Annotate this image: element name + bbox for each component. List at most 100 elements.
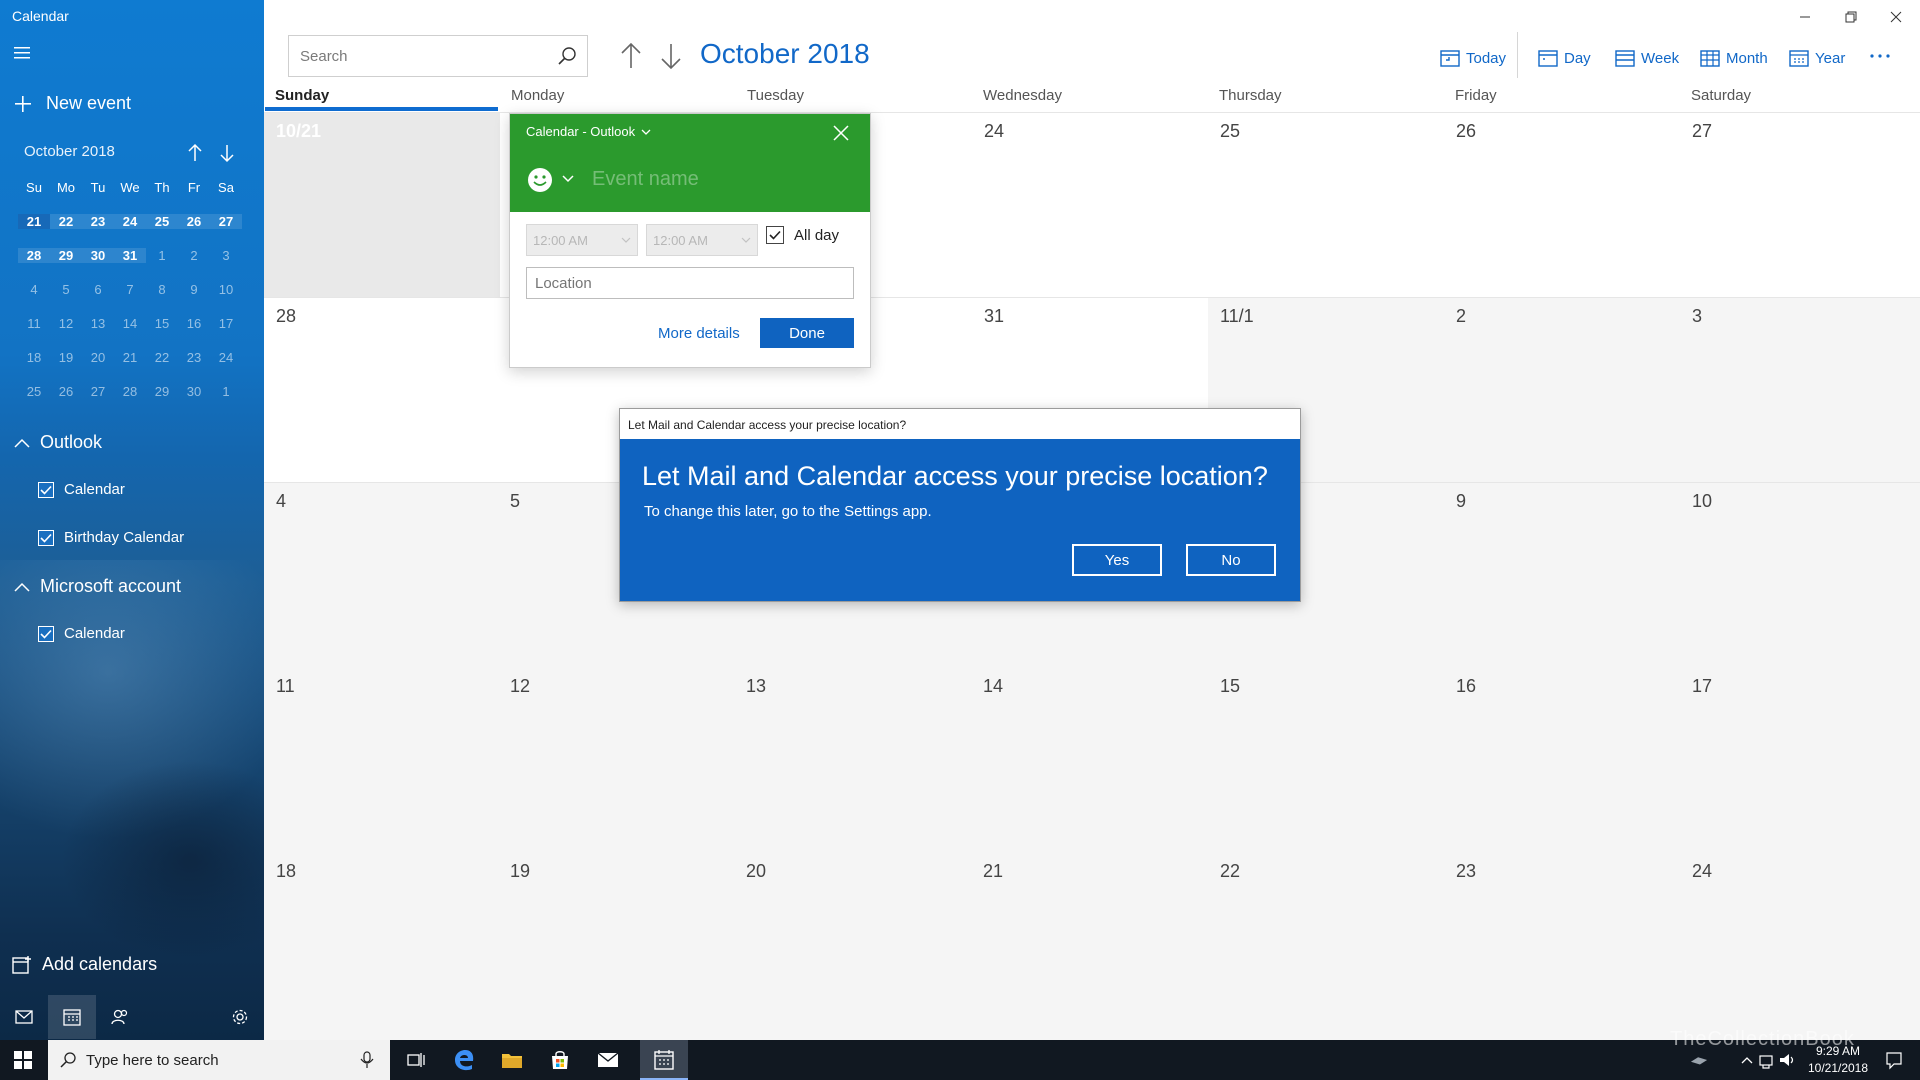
month-view-button[interactable]: Month <box>1700 44 1768 72</box>
day-number[interactable]: 20 <box>746 861 766 882</box>
mini-day-cell[interactable]: 21 <box>114 350 146 365</box>
mini-prev-arrow-icon[interactable] <box>186 143 204 163</box>
mini-day-cell[interactable]: 13 <box>82 316 114 331</box>
checkbox-checked-icon[interactable] <box>38 625 54 642</box>
mini-day-cell[interactable]: 26 <box>50 384 82 399</box>
calendar-item-outlook-calendar[interactable]: Calendar <box>38 481 125 498</box>
mini-day-cell[interactable]: 1 <box>146 248 178 263</box>
mini-day-cell[interactable]: 29 <box>50 247 82 263</box>
close-window-icon[interactable] <box>1876 6 1916 28</box>
mini-day-cell[interactable]: 23 <box>82 213 114 229</box>
mini-day-cell[interactable]: 21 <box>18 213 50 229</box>
mini-day-cell[interactable]: 5 <box>50 282 82 297</box>
mini-day-cell[interactable]: 19 <box>50 350 82 365</box>
mini-day-cell[interactable]: 17 <box>210 316 242 331</box>
mail-icon[interactable] <box>0 995 48 1039</box>
day-number[interactable]: 28 <box>276 306 296 327</box>
day-number[interactable]: 3 <box>1692 306 1702 327</box>
file-explorer-icon[interactable] <box>488 1040 536 1080</box>
checkbox-checked-icon[interactable] <box>38 481 54 498</box>
previous-month-arrow-icon[interactable] <box>618 42 644 70</box>
more-details-link[interactable]: More details <box>658 325 740 342</box>
mini-day-cell[interactable]: 7 <box>114 282 146 297</box>
chevron-down-icon[interactable] <box>562 174 574 184</box>
mini-day-cell[interactable]: 25 <box>146 213 178 229</box>
mini-day-cell[interactable]: 26 <box>178 213 210 229</box>
search-box[interactable] <box>288 35 588 77</box>
mini-day-cell[interactable]: 22 <box>146 350 178 365</box>
day-number[interactable]: 25 <box>1220 121 1240 142</box>
store-icon[interactable] <box>536 1040 584 1080</box>
edge-browser-icon[interactable] <box>440 1040 488 1080</box>
today-button[interactable]: Today <box>1440 44 1506 72</box>
next-month-arrow-icon[interactable] <box>658 42 684 70</box>
day-number[interactable]: 18 <box>276 861 296 882</box>
checkbox-checked-icon[interactable] <box>38 529 54 546</box>
day-number[interactable]: 24 <box>984 121 1004 142</box>
mini-day-cell[interactable]: 20 <box>82 350 114 365</box>
day-number[interactable]: 21 <box>983 861 1003 882</box>
mini-day-cell[interactable]: 9 <box>178 282 210 297</box>
mail-app-icon[interactable] <box>584 1040 632 1080</box>
new-event-button[interactable]: New event <box>14 93 131 114</box>
no-button[interactable]: No <box>1186 544 1276 576</box>
mini-day-cell[interactable]: 2 <box>178 248 210 263</box>
mini-day-cell[interactable]: 29 <box>146 384 178 399</box>
minimize-icon[interactable] <box>1785 6 1825 28</box>
day-number[interactable]: 13 <box>746 676 766 697</box>
day-number[interactable]: 27 <box>1692 121 1712 142</box>
day-number[interactable]: 24 <box>1692 861 1712 882</box>
microphone-icon[interactable] <box>360 1051 374 1069</box>
notifications-icon[interactable] <box>1885 1050 1903 1070</box>
add-calendars-button[interactable]: Add calendars <box>12 954 157 975</box>
mini-day-cell[interactable]: 18 <box>18 350 50 365</box>
day-number[interactable]: 14 <box>983 676 1003 697</box>
year-view-button[interactable]: Year <box>1789 44 1845 72</box>
event-name-input[interactable] <box>592 164 852 194</box>
mini-day-cell[interactable]: 24 <box>210 350 242 365</box>
windows-start-icon[interactable] <box>0 1040 46 1080</box>
mini-day-cell[interactable]: 30 <box>82 247 114 263</box>
day-number[interactable]: 15 <box>1220 676 1240 697</box>
task-view-icon[interactable] <box>392 1040 440 1080</box>
more-options-icon[interactable] <box>1868 46 1892 66</box>
day-number[interactable]: 5 <box>510 491 520 512</box>
yes-button[interactable]: Yes <box>1072 544 1162 576</box>
day-number[interactable]: 22 <box>1220 861 1240 882</box>
day-number-today[interactable]: 10/21 <box>276 121 321 142</box>
calendar-selector[interactable]: Calendar - Outlook <box>526 124 651 139</box>
done-button[interactable]: Done <box>760 318 854 348</box>
hamburger-menu-icon[interactable] <box>14 46 34 62</box>
settings-gear-icon[interactable] <box>216 995 264 1039</box>
end-time-select[interactable]: 12:00 AM <box>646 224 758 256</box>
mini-day-cell[interactable]: 16 <box>178 316 210 331</box>
location-input[interactable] <box>526 267 854 299</box>
day-number[interactable]: 11 <box>276 676 295 697</box>
calendar-app-icon[interactable] <box>640 1040 688 1080</box>
group-header-microsoft-account[interactable]: Microsoft account <box>14 576 181 597</box>
people-icon[interactable] <box>96 995 144 1039</box>
restore-icon[interactable] <box>1831 6 1871 28</box>
mini-day-cell[interactable]: 23 <box>178 350 210 365</box>
mini-day-cell[interactable]: 28 <box>114 384 146 399</box>
search-icon[interactable] <box>557 46 577 66</box>
mini-day-cell[interactable]: 10 <box>210 282 242 297</box>
day-number[interactable]: 17 <box>1692 676 1712 697</box>
mini-day-cell[interactable]: 27 <box>210 213 242 229</box>
all-day-checkbox[interactable]: All day <box>766 226 839 244</box>
mini-day-cell[interactable]: 27 <box>82 384 114 399</box>
day-number[interactable]: 23 <box>1456 861 1476 882</box>
mini-day-cell[interactable]: 8 <box>146 282 178 297</box>
group-header-outlook[interactable]: Outlook <box>14 432 102 453</box>
mini-day-cell[interactable]: 25 <box>18 384 50 399</box>
day-number[interactable]: 11/1 <box>1220 306 1254 327</box>
mini-day-cell[interactable]: 3 <box>210 248 242 263</box>
search-input[interactable] <box>289 36 539 76</box>
day-number[interactable]: 2 <box>1456 306 1466 327</box>
mini-day-cell[interactable]: 14 <box>114 316 146 331</box>
day-number[interactable]: 12 <box>510 676 530 697</box>
day-number[interactable]: 4 <box>276 491 286 512</box>
mini-day-cell[interactable]: 15 <box>146 316 178 331</box>
start-time-select[interactable]: 12:00 AM <box>526 224 638 256</box>
mini-day-cell[interactable]: 28 <box>18 247 50 263</box>
